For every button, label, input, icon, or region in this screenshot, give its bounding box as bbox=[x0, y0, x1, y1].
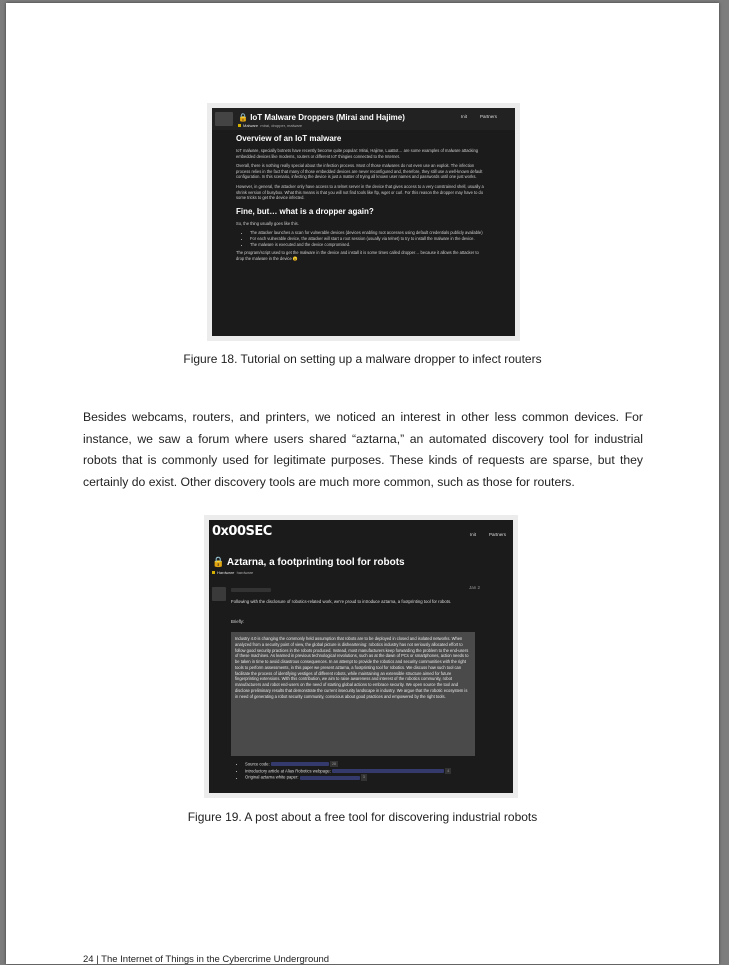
post-tags: Hardware hardware bbox=[212, 570, 253, 575]
forum-header: 🔒 IoT Malware Droppers (Mirai and Hajime… bbox=[212, 108, 515, 130]
nav-partners[interactable]: Partners bbox=[489, 532, 506, 537]
post-date: Jan 2 bbox=[469, 585, 481, 590]
click-count: 3 bbox=[360, 774, 367, 781]
figure-18-screenshot: 🔒 IoT Malware Droppers (Mirai and Hajime… bbox=[212, 108, 515, 336]
link-list: Source code: 28 Introductory article at … bbox=[239, 761, 505, 781]
nav-init[interactable]: Init bbox=[461, 114, 467, 119]
nav-init[interactable]: Init bbox=[470, 532, 476, 537]
body-paragraph: Besides webcams, routers, and printers, … bbox=[83, 410, 643, 489]
paragraph: The program/script used to get the malwa… bbox=[236, 250, 479, 261]
paragraph: So, the thing usually goes like this. bbox=[236, 220, 299, 226]
post-title: 🔒 Aztarna, a footprinting tool for robot… bbox=[212, 557, 405, 568]
bullet-list: The attacker launches a scan for vulnera… bbox=[236, 230, 484, 247]
click-count: 4 bbox=[445, 767, 452, 775]
figure-19: 0x00SEC Init Partners 🔒 Aztarna, a footp… bbox=[204, 515, 518, 798]
redacted-link[interactable] bbox=[299, 775, 360, 780]
username bbox=[231, 588, 271, 592]
document-page: 🔒 IoT Malware Droppers (Mirai and Hajime… bbox=[6, 3, 719, 965]
figure-19-caption: Figure 19. A post about a free tool for … bbox=[187, 810, 538, 824]
redacted-link[interactable] bbox=[332, 768, 445, 773]
post-body: Overview of an IoT malware IoT malware, … bbox=[236, 134, 484, 265]
post-tags: Malware mirai, dropper, malware bbox=[238, 123, 302, 128]
paragraph: Overall, there is nothing really special… bbox=[236, 163, 483, 180]
site-logo[interactable]: 0x00SEC bbox=[212, 524, 272, 539]
redacted-link[interactable] bbox=[270, 762, 329, 767]
section-heading: Overview of an IoT malware bbox=[236, 134, 342, 143]
paragraph: IoT malware, specially botnets have rece… bbox=[236, 148, 479, 159]
list-item: For each vulnerable device, the attacker… bbox=[250, 236, 484, 242]
avatar bbox=[215, 112, 233, 126]
quote-block: Industry 4.0 is changing the commonly he… bbox=[231, 632, 475, 756]
page-footer: 24 | The Internet of Things in the Cyber… bbox=[83, 954, 330, 965]
briefly-label: Briefly: bbox=[231, 619, 245, 624]
list-item: Original aztarna white paper: 3 bbox=[245, 774, 505, 781]
figure-19-screenshot: 0x00SEC Init Partners 🔒 Aztarna, a footp… bbox=[209, 520, 513, 793]
figure-18: 🔒 IoT Malware Droppers (Mirai and Hajime… bbox=[207, 103, 520, 341]
list-item: Introductory article at Alias Robotics w… bbox=[245, 767, 505, 775]
click-count: 28 bbox=[330, 761, 338, 768]
post-intro: Following with the disclosure of robotic… bbox=[231, 599, 452, 604]
avatar bbox=[212, 587, 226, 601]
list-item: Source code: 28 bbox=[245, 761, 505, 768]
list-item: The malware is executed and the device c… bbox=[250, 242, 484, 248]
post-title: 🔒 IoT Malware Droppers (Mirai and Hajime… bbox=[238, 113, 405, 122]
paragraph: However, in general, the attacker only h… bbox=[236, 183, 484, 201]
nav-partners[interactable]: Partners bbox=[480, 114, 497, 119]
section-heading: Fine, but… what is a dropper again? bbox=[236, 206, 374, 216]
figure-18-caption: Figure 18. Tutorial on setting up a malw… bbox=[183, 352, 542, 366]
